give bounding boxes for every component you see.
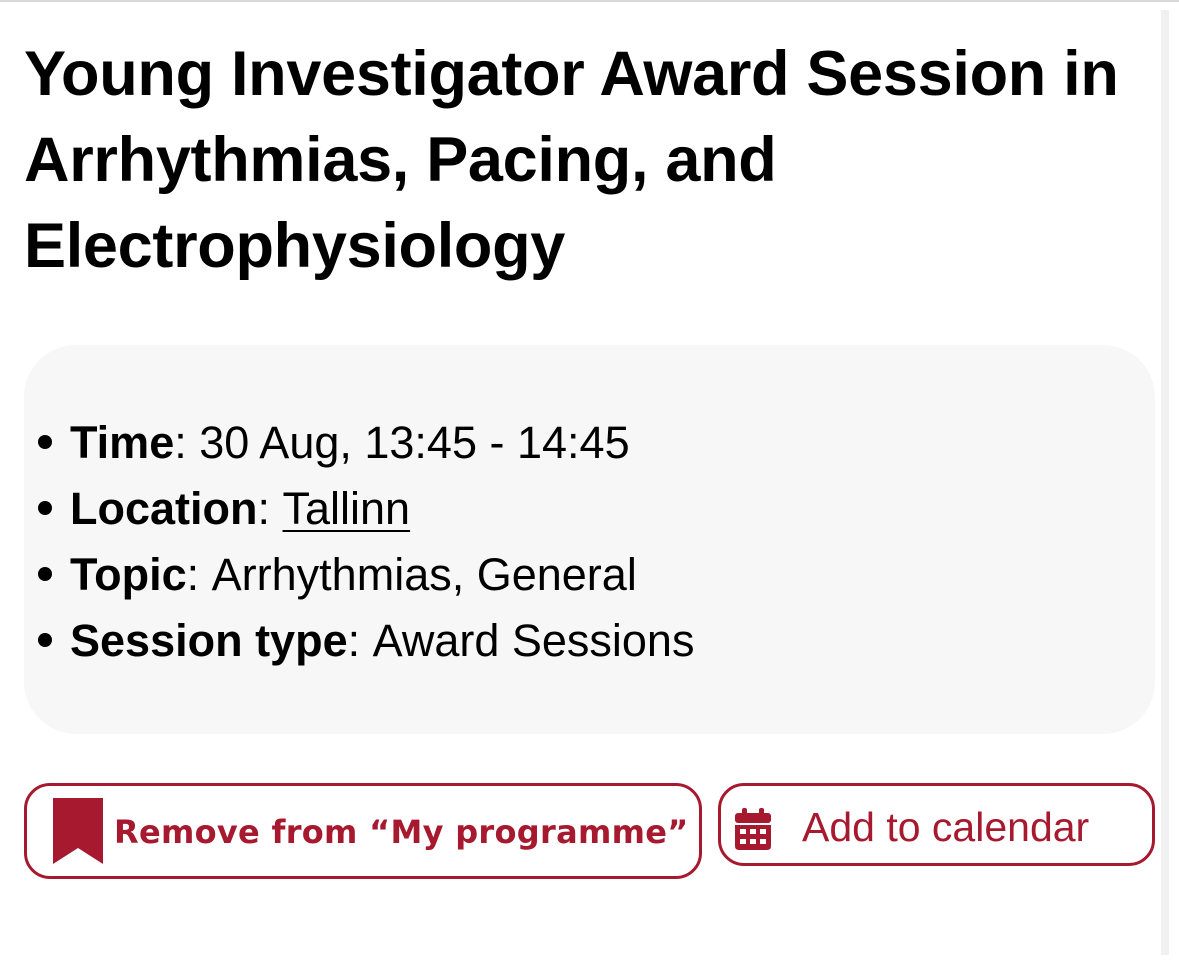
top-divider xyxy=(0,0,1179,2)
detail-session-type-label: Session type xyxy=(70,615,348,666)
bullet-icon xyxy=(38,501,52,515)
separator: : xyxy=(186,549,212,600)
detail-location-label: Location xyxy=(70,483,258,534)
detail-time-label: Time xyxy=(70,417,175,468)
add-to-calendar-label: Add to calendar xyxy=(802,804,1090,850)
location-link[interactable]: Tallinn xyxy=(283,476,411,542)
remove-from-programme-label: Remove from “My programme” xyxy=(114,813,689,851)
separator: : xyxy=(174,417,200,468)
bullet-icon xyxy=(38,435,52,449)
bullet-icon xyxy=(38,567,52,581)
separator: : xyxy=(257,483,283,534)
detail-session-type-value: Award Sessions xyxy=(372,615,695,666)
detail-time: Time : 30 Aug, 13:45 - 14:45 xyxy=(38,410,694,476)
calendar-icon xyxy=(735,808,771,850)
detail-topic: Topic : Arrhythmias, General xyxy=(38,542,694,608)
separator: : xyxy=(347,615,373,666)
remove-from-programme-button[interactable]: Remove from “My programme” xyxy=(24,783,702,879)
add-to-calendar-button[interactable]: Add to calendar xyxy=(718,783,1155,866)
bullet-icon xyxy=(38,633,52,647)
bookmark-icon xyxy=(53,798,103,864)
detail-time-value: 30 Aug, 13:45 - 14:45 xyxy=(199,417,630,468)
detail-topic-label: Topic xyxy=(70,549,187,600)
detail-topic-value: Arrhythmias, General xyxy=(211,549,637,600)
scrollbar[interactable] xyxy=(1161,10,1169,955)
detail-session-type: Session type : Award Sessions xyxy=(38,608,694,674)
session-details-list: Time : 30 Aug, 13:45 - 14:45 Location : … xyxy=(38,410,694,674)
page-title: Young Investigator Award Session in Arrh… xyxy=(24,39,1119,281)
detail-location: Location : Tallinn xyxy=(38,476,694,542)
